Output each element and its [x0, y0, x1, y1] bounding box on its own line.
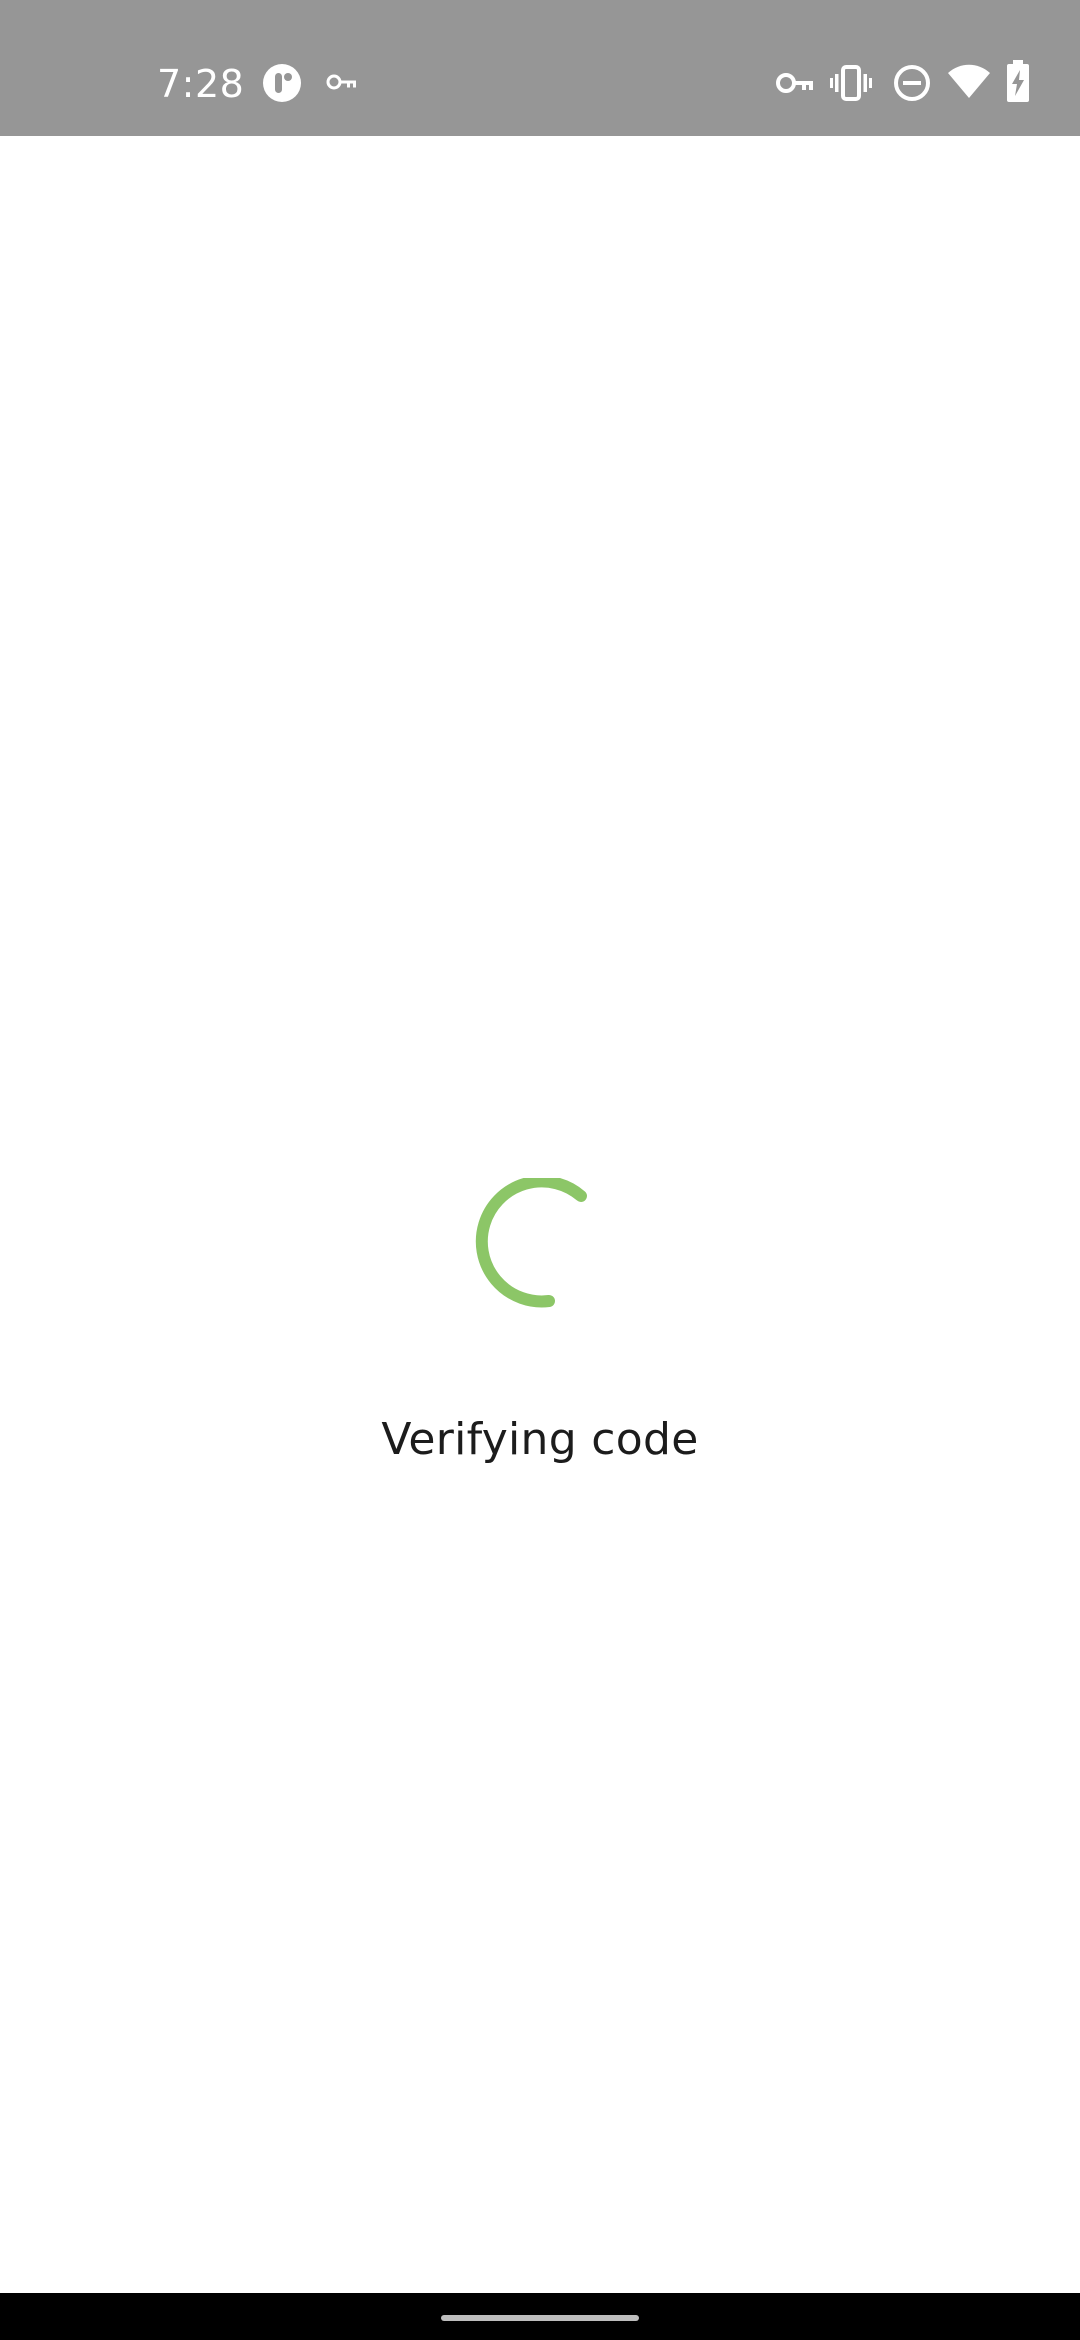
status-time: 7:28 [157, 62, 245, 106]
vibrate-icon [830, 65, 872, 101]
status-bar: 7:28 [0, 0, 1080, 136]
spinner-arc [475, 1178, 587, 1308]
vpn-key-icon [776, 73, 813, 93]
wifi-icon [948, 64, 990, 98]
vpn-key-icon [326, 74, 356, 90]
navigation-bar [0, 2293, 1080, 2340]
loading-message: Verifying code [381, 1414, 699, 1465]
app-notification-icon [263, 64, 301, 102]
do-not-disturb-icon [894, 65, 930, 101]
loading-spinner [475, 1178, 587, 1308]
home-gesture-handle[interactable] [441, 2315, 639, 2321]
battery-charging-icon [1007, 60, 1029, 102]
